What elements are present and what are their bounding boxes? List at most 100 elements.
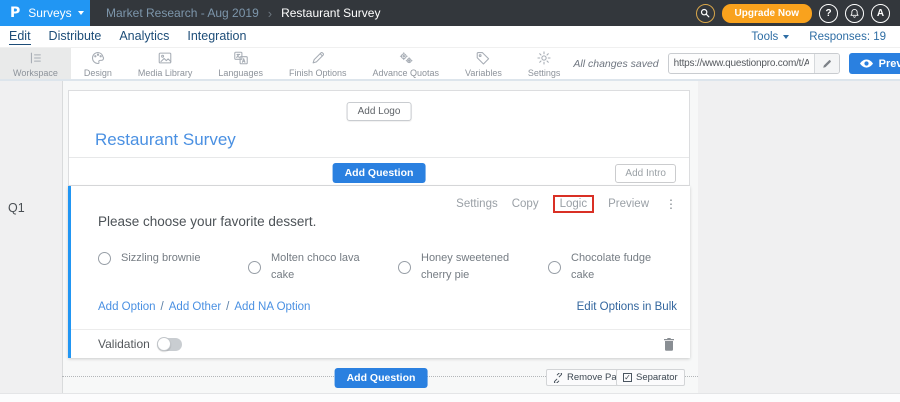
- question-copy-button[interactable]: Copy: [512, 198, 539, 210]
- notifications-button[interactable]: [845, 4, 864, 23]
- tool-design[interactable]: Design: [71, 48, 125, 79]
- save-status: All changes saved: [573, 58, 658, 70]
- search-icon: [700, 8, 710, 18]
- answer-option-label[interactable]: Sizzling brownie: [121, 250, 200, 267]
- tab-edit[interactable]: Edit: [9, 29, 31, 45]
- survey-title[interactable]: Restaurant Survey: [95, 130, 236, 150]
- tool-label: Advance Quotas: [372, 68, 439, 78]
- product-switcher[interactable]: P Surveys: [0, 0, 90, 26]
- delete-question-button[interactable]: [663, 337, 675, 351]
- survey-editor-screen: P Surveys Market Research - Aug 2019 › R…: [0, 0, 900, 402]
- tab-integration[interactable]: Integration: [187, 29, 246, 44]
- palette-icon: [90, 50, 106, 67]
- tool-advance-quotas[interactable]: Advance Quotas: [359, 48, 452, 79]
- questionpro-logo-icon: P: [10, 5, 20, 21]
- answer-option-label[interactable]: Chocolate fudge cake: [571, 250, 671, 284]
- add-na-option-link[interactable]: Add NA Option: [234, 301, 310, 313]
- answer-option[interactable]: Honey sweetened cherry pie: [398, 250, 548, 284]
- avatar[interactable]: A: [871, 4, 890, 23]
- checkbox-checked-icon[interactable]: ✓: [623, 373, 632, 382]
- toolbar-right: All changes saved Preview: [573, 48, 900, 79]
- unlink-icon: [553, 373, 563, 383]
- answer-option[interactable]: Molten choco lava cake: [248, 250, 398, 284]
- radio-icon[interactable]: [398, 261, 411, 274]
- horizontal-scrollbar-track[interactable]: [0, 393, 900, 402]
- tab-distribute[interactable]: Distribute: [49, 29, 102, 44]
- tool-label: Settings: [528, 68, 561, 78]
- answer-option[interactable]: Chocolate fudge cake: [548, 250, 698, 284]
- answer-option-label[interactable]: Molten choco lava cake: [271, 250, 371, 284]
- chevron-down-icon: [78, 11, 84, 15]
- question-logic-button[interactable]: Logic: [553, 195, 595, 213]
- tool-label: Variables: [465, 68, 502, 78]
- gears-icon: [398, 50, 414, 67]
- pencil-icon: [822, 59, 832, 69]
- tag-icon: [475, 50, 491, 67]
- topbar: P Surveys Market Research - Aug 2019 › R…: [0, 0, 900, 26]
- edit-url-button[interactable]: [814, 54, 839, 73]
- tool-settings[interactable]: Settings: [515, 48, 574, 79]
- tool-media-library[interactable]: Media Library: [125, 48, 206, 79]
- tool-finish-options[interactable]: Finish Options: [276, 48, 360, 79]
- edit-options-in-bulk-link[interactable]: Edit Options in Bulk: [577, 301, 677, 313]
- add-logo-button[interactable]: Add Logo: [347, 102, 412, 121]
- question-text[interactable]: Please choose your favorite dessert.: [98, 214, 316, 229]
- menubar: Edit Distribute Analytics Integration To…: [0, 26, 900, 48]
- tool-label: Languages: [218, 68, 263, 78]
- image-icon: [157, 50, 173, 67]
- option-links: Add Option / Add Other / Add NA Option: [98, 301, 310, 313]
- tool-label: Finish Options: [289, 68, 347, 78]
- preview-button[interactable]: Preview: [849, 53, 900, 74]
- workspace-icon: [27, 50, 43, 67]
- link-separator: /: [226, 301, 229, 313]
- question-preview-button[interactable]: Preview: [608, 198, 649, 210]
- upgrade-now-button[interactable]: Upgrade Now: [722, 4, 812, 23]
- add-option-link[interactable]: Add Option: [98, 301, 156, 313]
- add-other-link[interactable]: Add Other: [169, 301, 221, 313]
- breadcrumb-separator-icon: ›: [268, 6, 272, 21]
- question-settings-button[interactable]: Settings: [456, 198, 498, 210]
- breadcrumb-parent[interactable]: Market Research - Aug 2019: [106, 6, 259, 20]
- tool-languages[interactable]: Languages: [205, 48, 276, 79]
- more-options-icon[interactable]: ⋮: [663, 198, 679, 210]
- add-question-button-bottom[interactable]: Add Question: [335, 368, 428, 388]
- bell-icon: [849, 8, 860, 19]
- validation-label: Validation: [98, 337, 150, 351]
- answer-options: Sizzling brownie Molten choco lava cake …: [98, 250, 698, 284]
- help-button[interactable]: ?: [819, 4, 838, 23]
- eye-icon: [860, 59, 873, 68]
- search-button[interactable]: [696, 4, 715, 23]
- separator-label: Separator: [636, 372, 678, 383]
- surveys-menu-label: Surveys: [28, 6, 71, 20]
- tool-label: Design: [84, 68, 112, 78]
- radio-icon[interactable]: [548, 261, 561, 274]
- preview-button-label: Preview: [879, 58, 900, 70]
- question-number: Q1: [8, 201, 25, 215]
- responses-count[interactable]: Responses: 19: [809, 31, 886, 43]
- answer-option-label[interactable]: Honey sweetened cherry pie: [421, 250, 521, 284]
- question-footer: Validation: [71, 329, 690, 358]
- translate-icon: [233, 50, 249, 67]
- separator-toggle[interactable]: ✓ Separator: [616, 369, 685, 386]
- add-question-button-top[interactable]: Add Question: [333, 163, 426, 183]
- link-separator: /: [161, 301, 164, 313]
- topbar-actions: Upgrade Now ? A: [696, 4, 900, 23]
- toggle-knob: [157, 337, 171, 351]
- question-actions: Settings Copy Logic Preview ⋮: [456, 195, 679, 213]
- validation-toggle[interactable]: [157, 338, 182, 351]
- survey-header-card: Add Logo Restaurant Survey Add Question …: [68, 90, 690, 186]
- radio-icon[interactable]: [98, 252, 111, 265]
- tab-analytics[interactable]: Analytics: [119, 29, 169, 44]
- add-intro-button[interactable]: Add Intro: [615, 164, 676, 183]
- tool-variables[interactable]: Variables: [452, 48, 515, 79]
- tool-workspace[interactable]: Workspace: [0, 48, 71, 79]
- card-divider: [69, 157, 689, 158]
- surveys-menu[interactable]: Surveys: [28, 6, 83, 20]
- gear-icon: [536, 50, 552, 67]
- share-url-input[interactable]: [669, 58, 814, 69]
- radio-icon[interactable]: [248, 261, 261, 274]
- share-url-box: [668, 53, 840, 74]
- tools-menu[interactable]: Tools: [751, 31, 789, 43]
- pen-icon: [310, 50, 326, 67]
- answer-option[interactable]: Sizzling brownie: [98, 250, 248, 267]
